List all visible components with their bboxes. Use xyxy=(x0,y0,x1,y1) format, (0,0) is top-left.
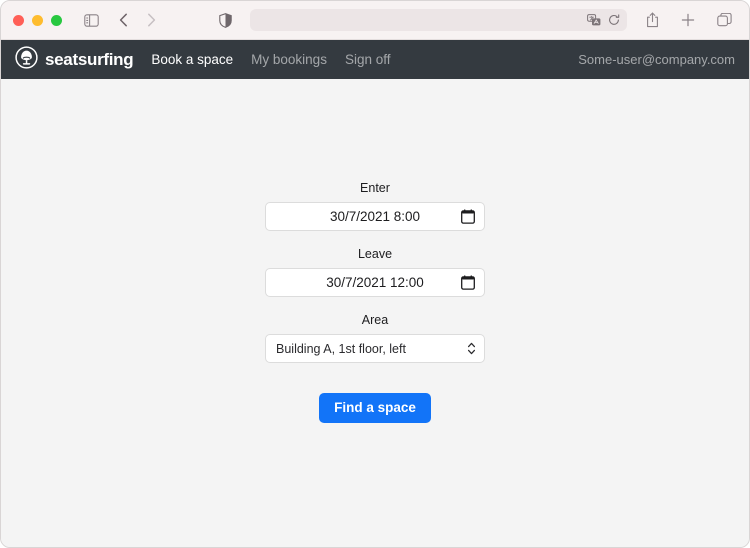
translate-icon[interactable] xyxy=(587,14,601,26)
brand-name: seatsurfing xyxy=(45,49,134,69)
browser-window: seatsurfing Book a space My bookings Sig… xyxy=(0,0,750,548)
find-a-space-button[interactable]: Find a space xyxy=(319,393,431,423)
leave-datetime-input[interactable]: 30/7/2021 12:00 xyxy=(265,268,485,297)
maximize-window-button[interactable] xyxy=(51,14,62,26)
privacy-shield-icon[interactable] xyxy=(214,9,236,31)
leave-datetime-value: 30/7/2021 12:00 xyxy=(326,275,424,290)
toolbar-right-actions xyxy=(641,9,737,31)
area-field-group: Area Building A, 1st floor, left xyxy=(265,313,485,363)
plus-icon[interactable] xyxy=(677,9,699,31)
area-select-value: Building A, 1st floor, left xyxy=(276,341,406,356)
nav-link-sign-off[interactable]: Sign off xyxy=(345,52,391,67)
window-controls xyxy=(13,14,62,26)
close-window-button[interactable] xyxy=(13,14,24,26)
reload-icon[interactable] xyxy=(608,14,620,26)
page-content: Enter 30/7/2021 8:00 Leave 30/7/2021 12:… xyxy=(1,79,749,547)
nav-link-book-a-space[interactable]: Book a space xyxy=(151,52,233,67)
booking-form: Enter 30/7/2021 8:00 Leave 30/7/2021 12:… xyxy=(265,181,485,423)
tab-overview-icon[interactable] xyxy=(713,9,735,31)
area-label: Area xyxy=(361,313,389,327)
sidebar-toggle-icon[interactable] xyxy=(80,9,102,31)
browser-toolbar xyxy=(1,1,749,40)
select-stepper-icon[interactable] xyxy=(467,341,476,356)
enter-field-group: Enter 30/7/2021 8:00 xyxy=(265,181,485,231)
navigation-arrows xyxy=(112,9,162,31)
calendar-icon[interactable] xyxy=(461,275,475,290)
user-email-label[interactable]: Some-user@company.com xyxy=(578,52,735,67)
leave-field-group: Leave 30/7/2021 12:00 xyxy=(265,247,485,297)
minimize-window-button[interactable] xyxy=(32,14,43,26)
area-select[interactable]: Building A, 1st floor, left xyxy=(265,334,485,363)
enter-datetime-value: 30/7/2021 8:00 xyxy=(329,209,421,224)
nav-link-my-bookings[interactable]: My bookings xyxy=(251,52,327,67)
address-bar[interactable] xyxy=(250,9,627,31)
submit-row: Find a space xyxy=(265,393,485,423)
nav-links: Book a space My bookings Sign off xyxy=(151,52,390,67)
share-icon[interactable] xyxy=(641,9,663,31)
app-navbar: seatsurfing Book a space My bookings Sig… xyxy=(1,40,749,79)
seat-logo-icon xyxy=(15,45,38,74)
enter-label: Enter xyxy=(360,181,390,195)
forward-button[interactable] xyxy=(140,9,162,31)
back-button[interactable] xyxy=(112,9,134,31)
leave-label: Leave xyxy=(357,247,393,261)
enter-datetime-input[interactable]: 30/7/2021 8:00 xyxy=(265,202,485,231)
calendar-icon[interactable] xyxy=(461,209,475,224)
brand-logo[interactable]: seatsurfing xyxy=(15,45,134,74)
